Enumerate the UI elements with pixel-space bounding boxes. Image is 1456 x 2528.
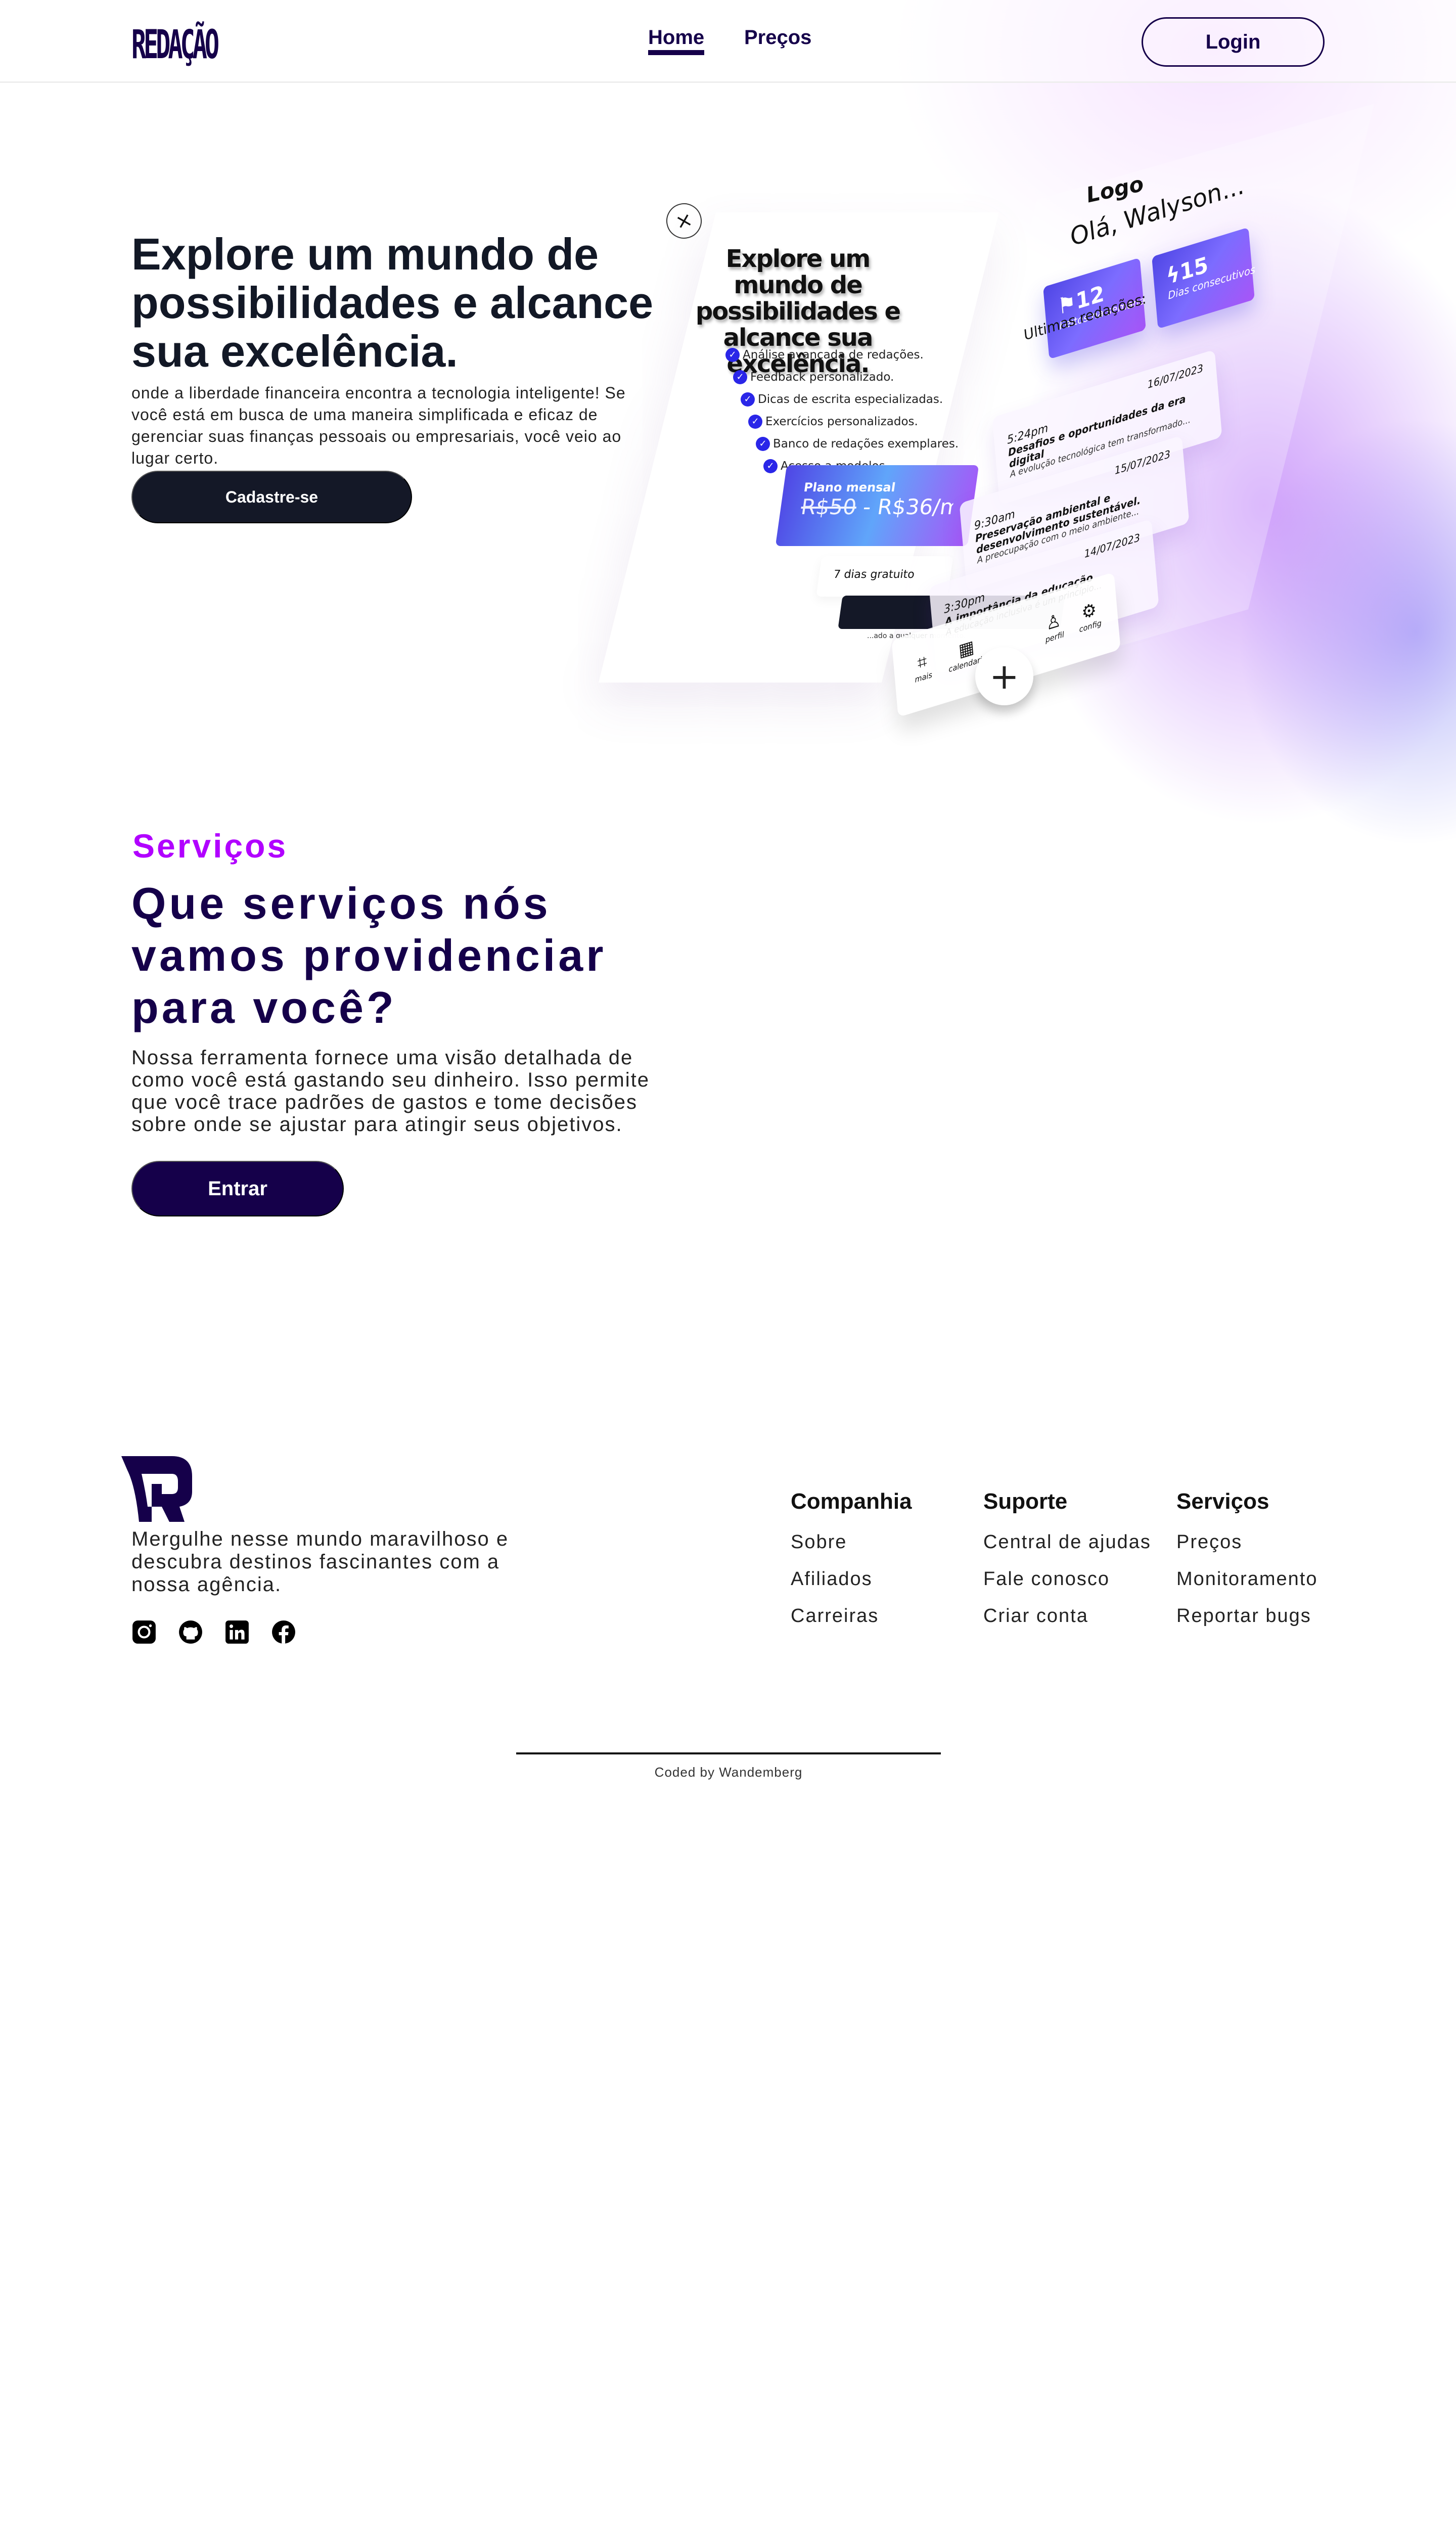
footer-column-servicos: Serviços Preços Monitoramento Reportar b… <box>1176 1489 1317 1642</box>
scan-icon: ⌗ <box>917 650 928 674</box>
feature-label: Análise avançada de redações. <box>743 348 924 362</box>
footer-link-carreiras[interactable]: Carreiras <box>791 1605 912 1627</box>
plan-label: Plano mensal <box>803 480 897 494</box>
services-description: Nossa ferramenta fornece uma visão detal… <box>131 1047 650 1136</box>
linkedin-icon[interactable] <box>224 1619 250 1645</box>
column-title: Companhia <box>791 1489 912 1514</box>
feature-item: ✓ Dicas de escrita especializadas. <box>741 388 959 411</box>
feature-item: ✓ Análise avançada de redações. <box>725 344 959 366</box>
feature-list: ✓ Análise avançada de redações. ✓ Feedback… <box>725 344 959 477</box>
brand-logo[interactable]: REDAÇÃO <box>131 22 219 68</box>
feature-item: ✓ Banco de redações exemplares. <box>756 433 959 455</box>
column-title: Serviços <box>1176 1489 1269 1514</box>
login-button[interactable]: Login <box>1142 17 1325 67</box>
github-icon[interactable] <box>178 1619 203 1645</box>
site-header: REDAÇÃO Home Preços Login <box>0 0 1456 83</box>
tab-config: ⚙ config <box>1077 598 1102 634</box>
feature-label: Dicas de escrita especializadas. <box>758 393 943 406</box>
footer-link-central[interactable]: Central de ajudas <box>983 1531 1151 1553</box>
footer-link-criar-conta[interactable]: Criar conta <box>983 1605 1151 1627</box>
footer-credit: Coded by Wandemberg <box>654 1765 803 1780</box>
bolt-icon: ϟ <box>1165 260 1181 290</box>
plus-icon: + <box>975 647 1033 705</box>
footer-link-reportar-bugs[interactable]: Reportar bugs <box>1176 1605 1317 1627</box>
check-icon: ✓ <box>733 370 747 384</box>
feature-item: ✓ Exercícios personalizados. <box>748 411 959 433</box>
check-icon: ✓ <box>741 392 755 407</box>
footer-tagline: Mergulhe nesse mundo maravilhoso e descu… <box>131 1528 509 1596</box>
old-price: R$50 <box>799 494 858 519</box>
footer-link-fale-conosco[interactable]: Fale conosco <box>983 1568 1151 1590</box>
check-icon: ✓ <box>748 415 762 429</box>
nav-precos[interactable]: Preços <box>744 26 811 49</box>
check-icon: ✓ <box>725 348 740 362</box>
tab-perfil: ♙ perfil <box>1043 609 1065 645</box>
footer-logo <box>121 1456 192 1522</box>
hero-title: Explore um mundo de possibilidades e alc… <box>131 229 654 376</box>
feature-label: Banco de redações exemplares. <box>773 437 959 450</box>
footer-link-monitoramento[interactable]: Monitoramento <box>1176 1568 1317 1590</box>
column-title: Suporte <box>983 1489 1068 1514</box>
check-icon: ✓ <box>763 459 778 473</box>
footer-link-precos[interactable]: Preços <box>1176 1531 1317 1553</box>
services-label: Serviços <box>132 827 288 865</box>
new-price: - R$36/m <box>854 494 955 519</box>
close-icon: × <box>662 199 706 243</box>
nav-home[interactable]: Home <box>648 26 705 55</box>
signup-button[interactable]: Cadastre-se <box>131 471 412 523</box>
footer-column-companhia: Companhia Sobre Afiliados Carreiras <box>791 1489 912 1642</box>
feature-label: Feedback personalizado. <box>750 371 894 384</box>
footer-link-afiliados[interactable]: Afiliados <box>791 1568 912 1590</box>
feature-item: ✓ Feedback personalizado. <box>733 366 959 388</box>
services-title: Que serviços nós vamos providenciar para… <box>131 878 607 1032</box>
footer-column-suporte: Suporte Central de ajudas Fale conosco C… <box>983 1489 1151 1642</box>
enter-button[interactable]: Entrar <box>131 1161 344 1216</box>
plan-card: Plano mensal R$50 - R$36/m <box>775 465 979 546</box>
feature-label: Exercícios personalizados. <box>765 415 918 428</box>
instagram-icon[interactable] <box>131 1619 157 1645</box>
tab-mais: ⌗ mais <box>913 649 933 685</box>
check-icon: ✓ <box>756 437 770 451</box>
hero-description: onde a liberdade financeira encontra a t… <box>131 384 626 467</box>
tab-label: mais <box>914 670 933 685</box>
facebook-icon[interactable] <box>271 1619 296 1645</box>
footer-divider <box>516 1752 941 1754</box>
footer-link-sobre[interactable]: Sobre <box>791 1531 912 1553</box>
